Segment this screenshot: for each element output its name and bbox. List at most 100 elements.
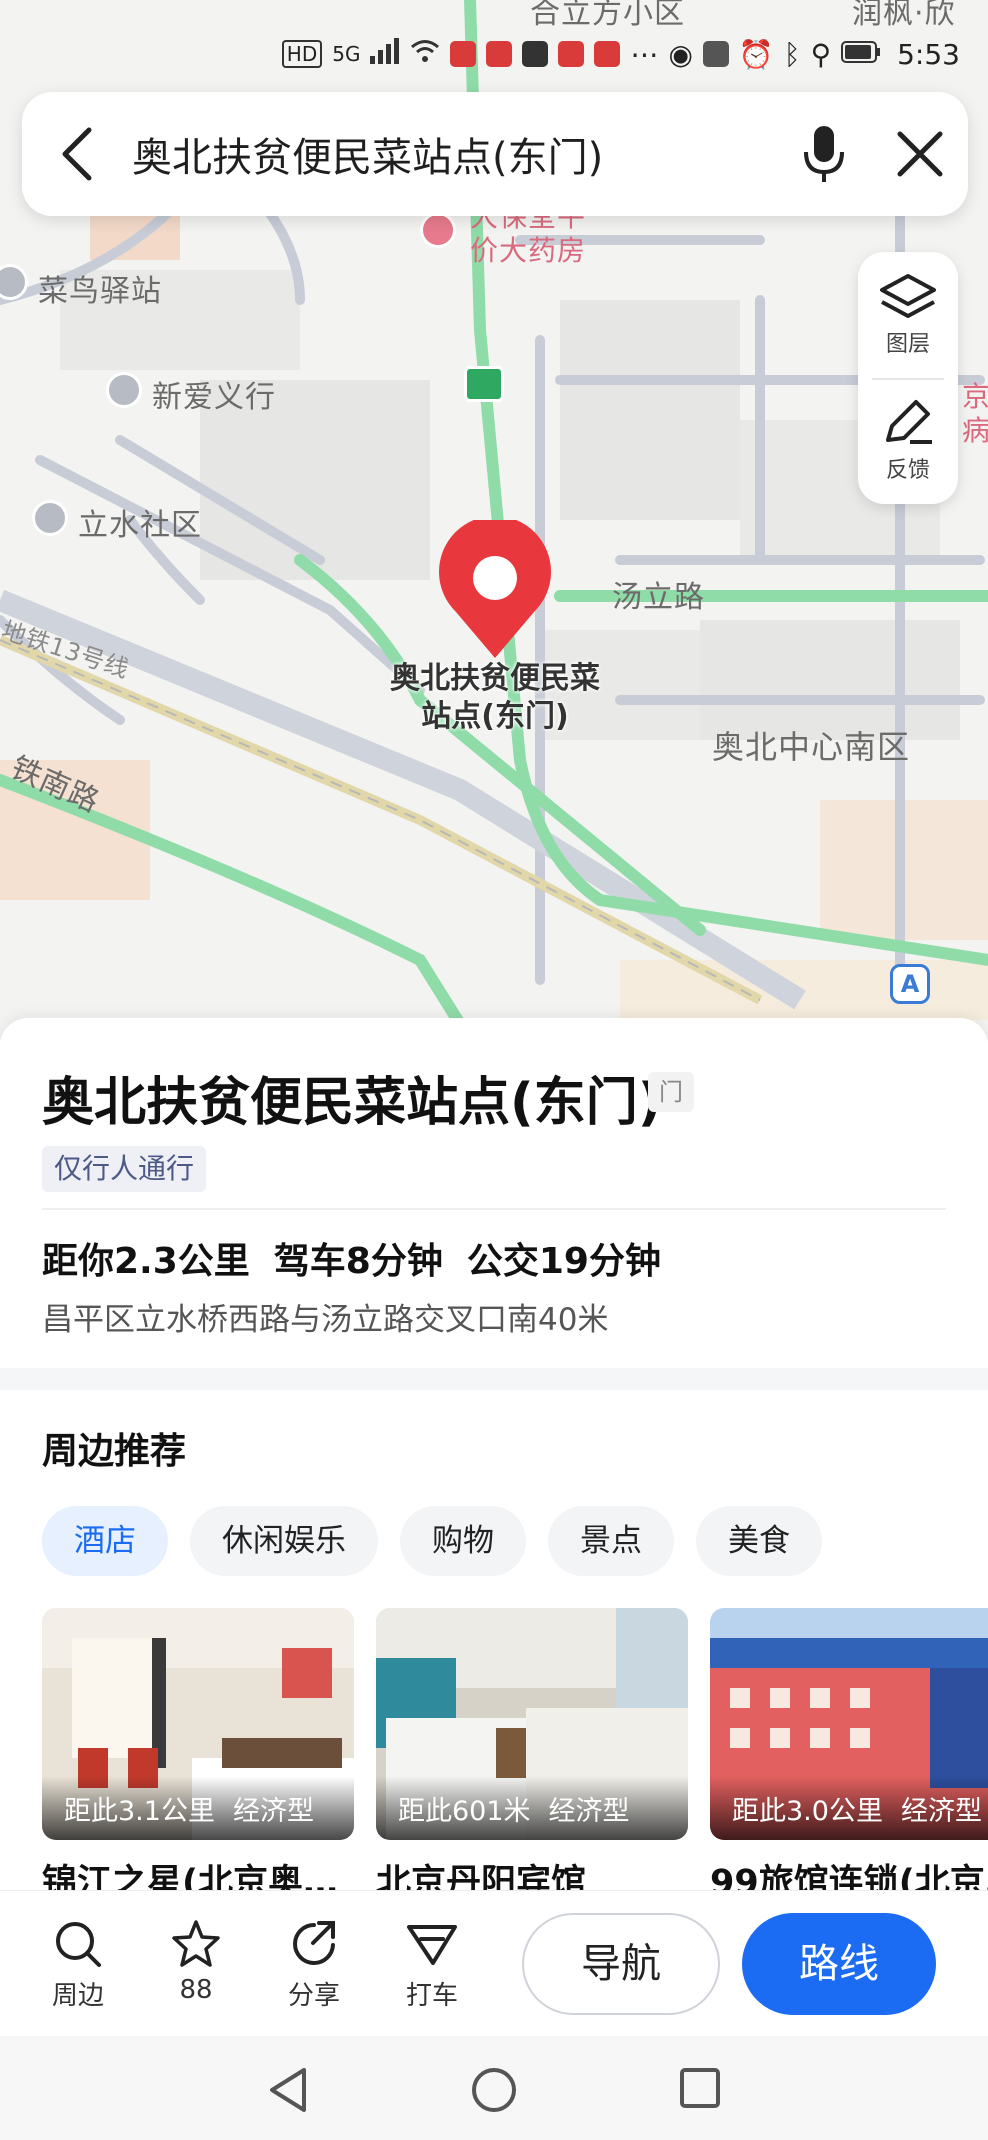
divider: [42, 1208, 946, 1210]
star-icon: [172, 1920, 220, 1967]
system-navigation-bar: [0, 2036, 988, 2140]
map-label-lishui[interactable]: 立水社区: [78, 500, 202, 544]
chip-hotel[interactable]: 酒店: [42, 1506, 168, 1576]
hotel-type: 经济型: [900, 1795, 982, 1827]
map-view[interactable]: 合立方小区 润枫·欣 大保堂平 价大药房 菜鸟驿站 新爱义行 立水社区 汤立路 …: [0, 0, 988, 1040]
hotel-card[interactable]: 距此3.0公里 经济型 99旅馆连锁(北京…: [710, 1608, 988, 1905]
wifi-icon: [410, 38, 440, 71]
travel-summary: 距你2.3公里 驾车8分钟 公交19分钟: [42, 1232, 661, 1284]
mic-notification-icon: [450, 41, 477, 67]
sale-notification-icon: [558, 41, 585, 67]
hotel-card[interactable]: 距此601米 经济型 北京丹阳宾馆: [376, 1608, 688, 1905]
feedback-button[interactable]: 反馈: [858, 378, 958, 504]
hotel-carousel[interactable]: 距此3.1公里 经济型 锦江之星(北京奥… 距此601米 经济型 北京丹阳宾馆 …: [42, 1608, 988, 1905]
share-label: 分享: [287, 1981, 340, 2011]
distance-text: 距你2.3公里: [42, 1241, 250, 1282]
hotel-type: 经济型: [548, 1795, 630, 1827]
map-label-cainiao[interactable]: 菜鸟驿站: [38, 266, 162, 310]
eye-icon: ◉: [668, 37, 693, 71]
microphone-icon: [804, 126, 844, 182]
taxi-button[interactable]: 打车: [382, 1919, 482, 2012]
pharmacy-icon[interactable]: [420, 212, 456, 248]
close-icon: [897, 131, 943, 177]
chip-shopping[interactable]: 购物: [400, 1506, 526, 1576]
car-service-icon[interactable]: [106, 372, 142, 408]
clock: 5:53: [897, 37, 960, 71]
location-pin-icon[interactable]: [434, 515, 556, 660]
pin-label: 奥北扶贫便民菜 站点(东门): [390, 661, 600, 734]
hotel-meta: 距此3.0公里 经济型: [710, 1776, 988, 1840]
network-badge: 5G: [332, 42, 361, 66]
place-title: 奥北扶贫便民菜站点(东门): [42, 1073, 662, 1133]
status-bar: HD 5G ⋯ ◉ ⏰ ᛒ ⚲ 5:53: [281, 34, 960, 74]
pencil-icon: [886, 400, 932, 444]
community-icon[interactable]: [32, 500, 68, 536]
sale-notification-icon-2: [594, 41, 621, 67]
favorite-count: 88: [179, 1975, 213, 2005]
voice-search-button[interactable]: [776, 92, 872, 216]
hotel-meta: 距此601米 经济型: [376, 1776, 688, 1840]
feedback-label: 反馈: [885, 458, 930, 483]
hotel-card[interactable]: 距此3.1公里 经济型 锦江之星(北京奥…: [42, 1608, 354, 1905]
action-bar: 周边 88 分享 打车 导航 路线: [0, 1890, 988, 2036]
category-chips: 酒店 休闲娱乐 购物 景点 美食: [42, 1506, 822, 1576]
hotel-distance: 距此3.1公里: [64, 1795, 215, 1827]
share-button[interactable]: 分享: [264, 1919, 364, 2012]
hotel-photo[interactable]: 距此3.0公里 经济型: [710, 1608, 988, 1840]
map-label-top-right: 润枫·欣: [852, 0, 956, 31]
battery-icon: [841, 38, 881, 71]
location-icon: ⚲: [810, 37, 832, 71]
back-arrow-icon: [62, 127, 92, 181]
layers-button[interactable]: 图层: [858, 252, 958, 378]
share-icon: [293, 1921, 335, 1965]
chip-leisure[interactable]: 休闲娱乐: [190, 1506, 378, 1576]
clear-search-button[interactable]: [872, 92, 968, 216]
hotel-photo[interactable]: 距此601米 经济型: [376, 1608, 688, 1840]
route-button[interactable]: 路线: [742, 1913, 936, 2015]
more-notifications-icon: ⋯: [630, 37, 659, 71]
nearby-label: 周边: [51, 1981, 104, 2011]
transit-time-text: 公交19分钟: [466, 1241, 661, 1282]
place-type-badge: 门: [648, 1072, 694, 1112]
address-text: 昌平区立水桥西路与汤立路交叉口南40米: [42, 1302, 609, 1338]
hotel-meta: 距此3.1公里 经济型: [42, 1776, 354, 1840]
compass-icon[interactable]: A: [890, 964, 930, 1004]
bluetooth-icon: ᛒ: [783, 37, 801, 71]
home-nav-icon[interactable]: [470, 2066, 518, 2114]
chip-food[interactable]: 美食: [696, 1506, 822, 1576]
map-label-hospital[interactable]: 京 病: [962, 380, 988, 448]
taxi-label: 打车: [405, 1981, 458, 2011]
chip-scenic[interactable]: 景点: [548, 1506, 674, 1576]
signal-icon: [370, 37, 400, 71]
search-icon: [56, 1922, 101, 1967]
drive-time-text: 驾车8分钟: [273, 1241, 443, 1282]
place-detail-sheet[interactable]: 奥北扶贫便民菜站点(东门) 门 仅行人通行 距你2.3公里 驾车8分钟 公交19…: [0, 1018, 988, 2038]
hotel-distance: 距此3.0公里: [732, 1795, 883, 1827]
layers-icon: [880, 274, 936, 318]
layers-label: 图层: [885, 332, 930, 357]
app-notification-icon: [486, 41, 513, 67]
hd-badge: HD: [281, 40, 323, 68]
favorite-button[interactable]: 88: [146, 1919, 246, 2005]
map-tools-panel: 图层 反馈: [858, 252, 958, 504]
hotel-type: 经济型: [232, 1795, 314, 1827]
map-label-xinaiyi[interactable]: 新爱义行: [152, 372, 276, 416]
back-nav-icon[interactable]: [266, 2066, 310, 2114]
alarm-icon: ⏰: [738, 37, 774, 71]
access-badge: 仅行人通行: [42, 1146, 207, 1192]
hotel-photo[interactable]: 距此3.1公里 经济型: [42, 1608, 354, 1840]
nfc-icon: [702, 41, 729, 67]
bus-stop-icon[interactable]: [464, 366, 504, 402]
nearby-section-title: 周边推荐: [42, 1431, 187, 1472]
back-button[interactable]: [22, 92, 132, 216]
map-label-aobei-south[interactable]: 奥北中心南区: [712, 722, 910, 768]
navigate-button[interactable]: 导航: [522, 1913, 720, 2015]
map-label-tangli-road: 汤立路: [612, 580, 705, 615]
search-input[interactable]: 奥北扶贫便民菜站点(东门): [132, 125, 776, 183]
taxi-icon: [407, 1925, 457, 1965]
search-bar[interactable]: 奥北扶贫便民菜站点(东门): [22, 92, 968, 216]
hotel-distance: 距此601米: [398, 1795, 531, 1827]
map-label-community: 合立方小区: [530, 0, 685, 31]
recents-nav-icon[interactable]: [678, 2066, 722, 2110]
nearby-button[interactable]: 周边: [28, 1919, 128, 2012]
